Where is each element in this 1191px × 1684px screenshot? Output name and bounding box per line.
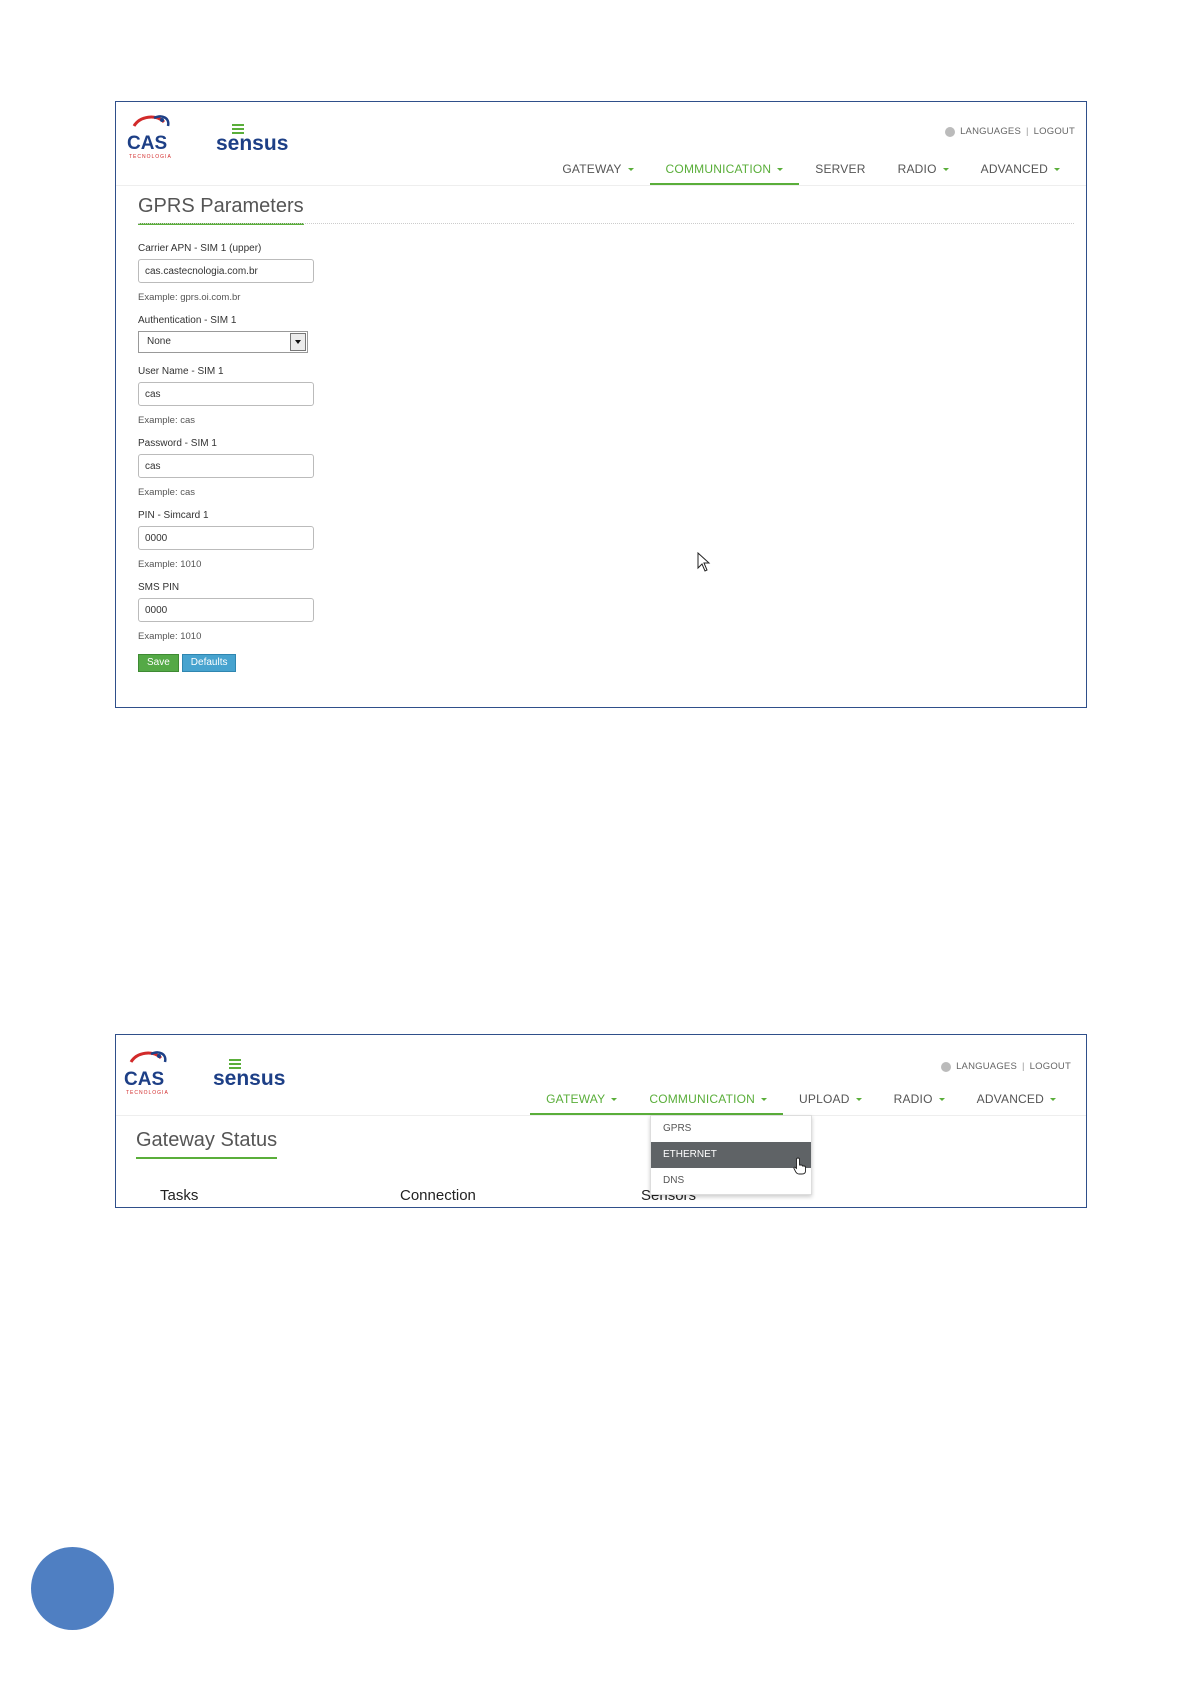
nav-radio-label: RADIO: [893, 1092, 933, 1106]
apn-help: Example: gprs.oi.com.br: [138, 292, 241, 303]
title-divider: [138, 223, 1074, 224]
nav-communication[interactable]: COMMUNICATION: [649, 153, 800, 185]
form-actions: Save Defaults: [138, 654, 458, 672]
chevron-down-icon: [777, 167, 784, 171]
defaults-button[interactable]: Defaults: [181, 654, 237, 672]
main-nav: GATEWAY COMMUNICATION UPLOAD RADIO ADVAN…: [530, 1083, 1072, 1115]
nav-radio[interactable]: RADIO: [878, 1083, 961, 1115]
languages-link[interactable]: LANGUAGES: [960, 126, 1021, 137]
top-links: LANGUAGES | LOGOUT: [941, 1061, 1071, 1072]
cas-logo: CAS TECNOLOGIA: [127, 115, 172, 160]
nav-advanced-label: ADVANCED: [976, 1092, 1044, 1106]
nav-gateway-label: GATEWAY: [546, 1092, 606, 1106]
nav-gateway[interactable]: GATEWAY: [546, 153, 649, 185]
sensus-logo-text: sensus: [216, 132, 288, 154]
apn-label: Carrier APN - SIM 1 (upper): [138, 243, 262, 254]
chevron-down-icon: [627, 167, 634, 171]
sms-pin-label: SMS PIN: [138, 582, 180, 593]
nav-communication-label: COMMUNICATION: [665, 162, 772, 176]
nav-divider: [116, 185, 1086, 186]
password-label: Password - SIM 1: [138, 438, 217, 449]
nav-communication[interactable]: COMMUNICATION: [633, 1083, 783, 1115]
username-input[interactable]: [138, 382, 314, 406]
gprs-parameters-screenshot: CAS TECNOLOGIA sensus LANGUAGES | LOGOUT…: [115, 101, 1087, 708]
pin-input[interactable]: [138, 526, 314, 550]
chevron-down-icon: [855, 1097, 862, 1101]
column-tasks: Tasks: [160, 1187, 199, 1204]
mouse-pointer-icon: [697, 552, 711, 572]
gateway-status-screenshot: CAS TECNOLOGIA sensus LANGUAGES | LOGOUT…: [115, 1034, 1087, 1208]
column-connection: Connection: [400, 1187, 476, 1204]
nav-upload-label: UPLOAD: [799, 1092, 850, 1106]
pin-label: PIN - Simcard 1: [138, 510, 209, 521]
password-help: Example: cas: [138, 487, 196, 498]
dropdown-item-gprs[interactable]: GPRS: [651, 1116, 811, 1142]
pin-help: Example: 1010: [138, 559, 202, 570]
nav-server-label: SERVER: [815, 162, 866, 176]
page-number-circle: [31, 1547, 114, 1630]
nav-gateway-label: GATEWAY: [562, 162, 622, 176]
nav-divider: [116, 1115, 1086, 1116]
nav-advanced[interactable]: ADVANCED: [961, 1083, 1072, 1115]
nav-gateway[interactable]: GATEWAY: [530, 1083, 634, 1115]
cas-logo-text: CAS: [124, 1069, 164, 1090]
chevron-down-icon: [1050, 1097, 1056, 1101]
auth-select[interactable]: None: [138, 331, 308, 353]
chevron-down-icon: [938, 1097, 945, 1101]
top-links-separator: |: [1022, 1061, 1025, 1072]
globe-icon: [945, 126, 956, 137]
username-help: Example: cas: [138, 415, 196, 426]
gprs-form: Carrier APN - SIM 1 (upper) Example: gpr…: [138, 243, 458, 672]
save-button[interactable]: Save: [138, 654, 179, 672]
globe-icon: [941, 1061, 952, 1072]
nav-upload[interactable]: UPLOAD: [783, 1083, 878, 1115]
page-title: GPRS Parameters: [138, 195, 304, 225]
sms-pin-input[interactable]: [138, 598, 314, 622]
sensus-logo: sensus: [213, 1059, 285, 1089]
page-title: Gateway Status: [136, 1129, 278, 1159]
nav-radio[interactable]: RADIO: [882, 153, 965, 185]
username-label: User Name - SIM 1: [138, 366, 224, 377]
communication-dropdown: GPRS ETHERNET DNS: [650, 1115, 812, 1195]
chevron-down-icon: [942, 167, 949, 171]
auth-select-value: None: [147, 336, 171, 347]
languages-link[interactable]: LANGUAGES: [956, 1061, 1017, 1072]
apn-input[interactable]: [138, 259, 314, 283]
nav-radio-label: RADIO: [897, 162, 937, 176]
logout-link[interactable]: LOGOUT: [1034, 126, 1075, 137]
cas-logo-text: CAS: [127, 133, 167, 154]
nav-communication-label: COMMUNICATION: [649, 1092, 756, 1106]
main-nav: GATEWAY COMMUNICATION SERVER RADIO ADVAN…: [546, 153, 1076, 185]
cas-logo-subtext: TECNOLOGIA: [126, 1090, 169, 1096]
logout-link[interactable]: LOGOUT: [1030, 1061, 1071, 1072]
auth-label: Authentication - SIM 1: [138, 315, 237, 326]
hand-pointer-icon: [793, 1157, 806, 1175]
top-links-separator: |: [1026, 126, 1029, 137]
top-links: LANGUAGES | LOGOUT: [945, 126, 1075, 137]
chevron-down-icon: [761, 1097, 768, 1101]
nav-advanced[interactable]: ADVANCED: [965, 153, 1076, 185]
chevron-down-icon[interactable]: [290, 333, 306, 351]
nav-server[interactable]: SERVER: [799, 153, 881, 185]
sensus-logo-text: sensus: [213, 1067, 285, 1089]
dropdown-item-dns[interactable]: DNS: [651, 1168, 811, 1194]
chevron-down-icon: [1054, 167, 1060, 171]
sms-pin-help: Example: 1010: [138, 631, 202, 642]
dropdown-item-ethernet[interactable]: ETHERNET: [651, 1142, 811, 1168]
cas-logo: CAS TECNOLOGIA: [124, 1051, 169, 1096]
password-input[interactable]: [138, 454, 314, 478]
nav-advanced-label: ADVANCED: [980, 162, 1048, 176]
sensus-logo: sensus: [216, 124, 288, 154]
chevron-down-icon: [611, 1097, 618, 1101]
cas-logo-subtext: TECNOLOGIA: [129, 154, 172, 160]
